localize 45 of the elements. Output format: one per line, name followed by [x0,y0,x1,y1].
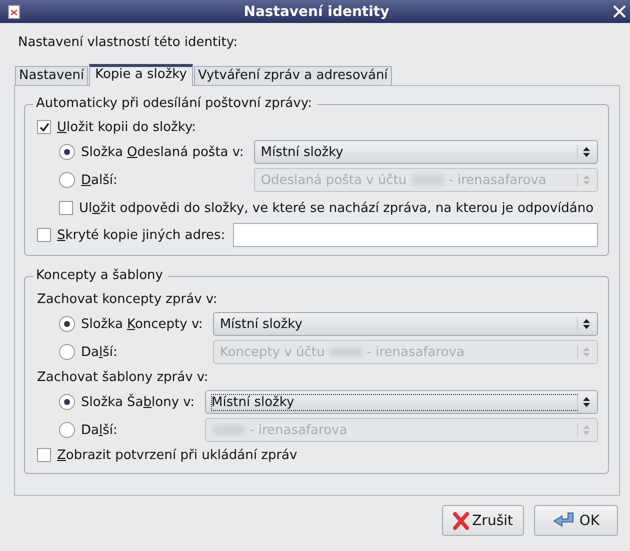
checkbox[interactable] [37,120,51,134]
cross-icon [453,512,470,530]
checkbox-label[interactable]: Zobrazit potvrzení při ukládání zpráv [57,448,298,462]
section-label: Zachovat šablony zpráv v: [37,370,208,384]
section-label: Zachovat koncepty zpráv v: [37,292,218,306]
up-down-arrows-icon [577,317,591,331]
group-title: Automaticky při odesílání poštovní zprávy: [33,96,317,111]
up-down-arrows-icon [577,345,591,359]
return-arrow-icon [552,512,576,530]
up-down-arrows-icon [577,423,591,437]
dialog-heading: Nastavení vlastností této identity: [18,35,238,50]
dialog-button[interactable]: OK [534,505,618,536]
checkbox[interactable] [37,228,51,242]
dropdown[interactable]: Místní složky [204,390,598,414]
tab[interactable]: Vytváření zpráv a adresování [194,66,392,85]
radio-label[interactable]: Další: [81,172,118,188]
dialog-button[interactable]: Zrušit [442,505,524,536]
up-down-arrows-icon [577,145,591,159]
window-title: Nastavení identity [242,4,390,20]
radio-label[interactable]: Složka Šablony v: [81,394,195,410]
radio-label[interactable]: Další: [81,422,118,438]
radio-button[interactable] [59,144,75,160]
radio-label[interactable]: Další: [81,344,118,360]
close-icon[interactable] [613,5,626,18]
tab[interactable]: Nastavení [15,66,88,85]
checkbox-label[interactable]: Uložit odpovědi do složky, ve které se nachází zpráva, na kterou je odpovídáno [79,200,594,216]
radio-button[interactable] [59,316,75,332]
radio-button[interactable] [59,394,75,410]
checkbox[interactable] [59,201,73,215]
checkbox[interactable] [37,448,51,462]
text-field[interactable] [233,223,598,247]
checkbox-label[interactable]: Uložit kopii do složky: [57,120,196,134]
group-title: Koncepty a šablony [33,268,168,283]
radio-button[interactable] [59,422,75,438]
radio-label[interactable]: Složka Odeslaná pošta v: [81,144,244,160]
up-down-arrows-icon [577,395,591,409]
dropdown[interactable]: Místní složky [212,312,598,336]
tab[interactable]: Kopie a složky [89,64,193,86]
radio-label[interactable]: Složka Koncepty v: [81,316,203,332]
dropdown[interactable]: Místní složky [254,140,598,164]
up-down-arrows-icon [577,173,591,187]
radio-button[interactable] [59,344,75,360]
document-icon [8,4,20,18]
radio-button[interactable] [59,172,75,188]
checkbox-label[interactable]: Skryté kopie jiných adres: [57,228,226,242]
